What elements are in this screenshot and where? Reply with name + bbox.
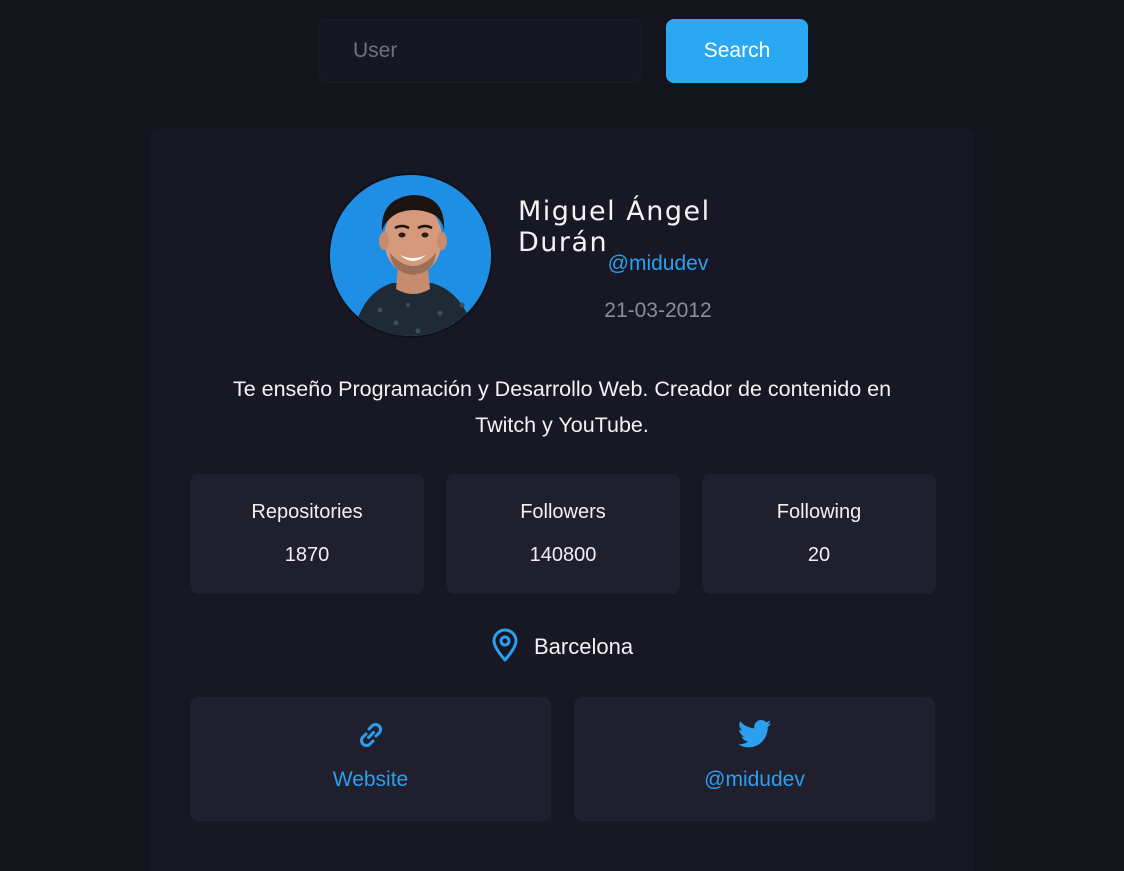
- link-icon: [190, 719, 551, 751]
- stat-value: 140800: [529, 544, 597, 566]
- location-text: Barcelona: [534, 634, 634, 659]
- stat-following: Following 20: [702, 474, 936, 594]
- website-link[interactable]: Website: [190, 697, 551, 821]
- stat-label: Repositories: [251, 501, 363, 523]
- website-label: Website: [332, 768, 409, 791]
- twitter-label: @midudev: [704, 768, 805, 791]
- twitter-icon: [574, 719, 935, 751]
- avatar-photo: [330, 175, 491, 336]
- avatar: [328, 173, 493, 338]
- location: Barcelona: [490, 628, 634, 667]
- user-name: Miguel Ángel Durán: [518, 196, 711, 258]
- stat-value: 1870: [284, 544, 330, 566]
- stat-followers: Followers 140800: [446, 474, 680, 594]
- user-bio: Te enseño Programación y Desarrollo Web.…: [232, 377, 892, 437]
- map-pin-icon: [490, 628, 520, 667]
- twitter-link[interactable]: @midudev: [574, 697, 935, 821]
- join-date: 21-03-2012: [604, 299, 712, 322]
- search-button[interactable]: Search: [666, 19, 808, 83]
- stat-repositories: Repositories 1870: [190, 474, 424, 594]
- stat-value: 20: [807, 544, 831, 566]
- search-input[interactable]: [318, 19, 642, 83]
- stat-label: Followers: [520, 501, 606, 523]
- page: Search: [0, 0, 1124, 871]
- user-login-link[interactable]: @midudev: [518, 252, 798, 276]
- stat-label: Following: [776, 501, 862, 523]
